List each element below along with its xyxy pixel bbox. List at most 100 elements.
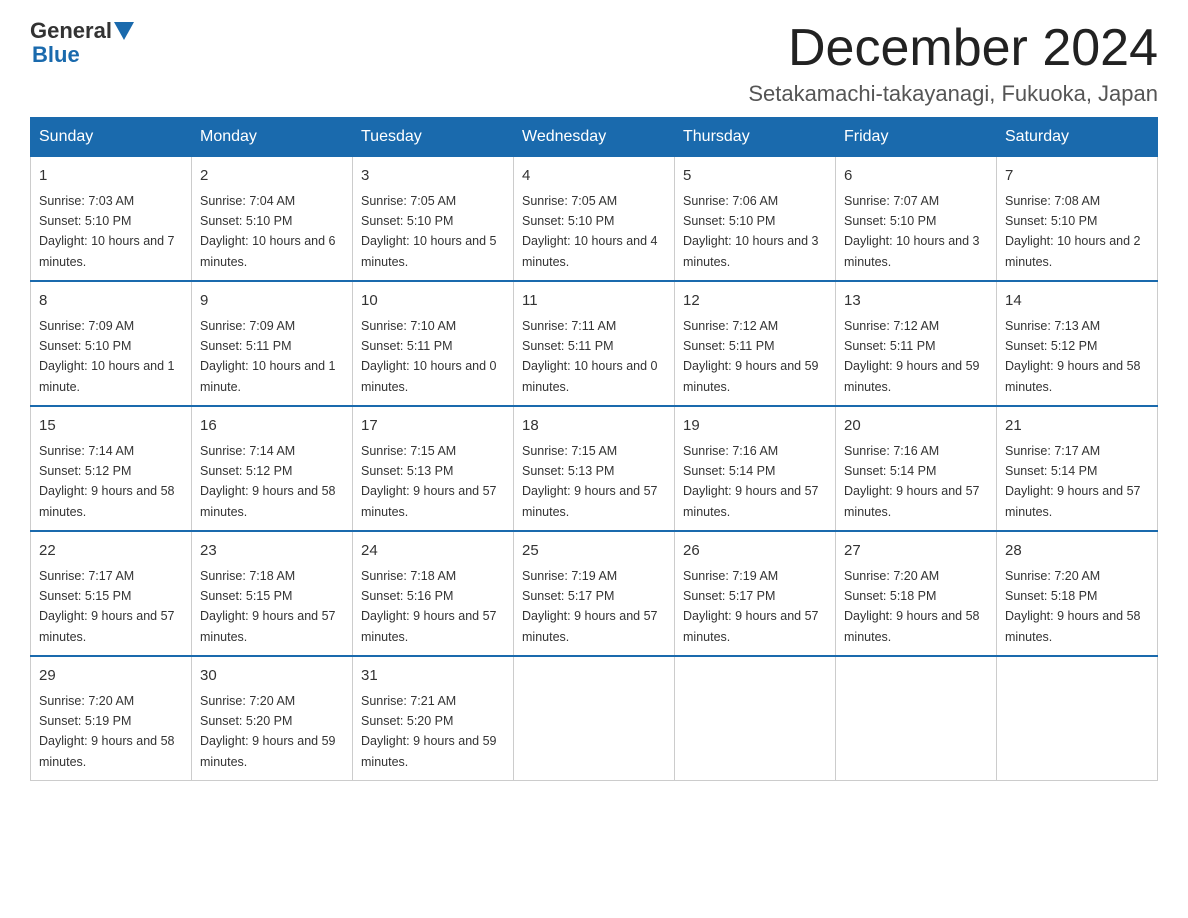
day-info: Sunrise: 7:16 AMSunset: 5:14 PMDaylight:… — [844, 444, 980, 519]
calendar-day-cell: 2 Sunrise: 7:04 AMSunset: 5:10 PMDayligh… — [192, 157, 353, 282]
day-info: Sunrise: 7:12 AMSunset: 5:11 PMDaylight:… — [683, 319, 819, 394]
calendar-day-cell: 23 Sunrise: 7:18 AMSunset: 5:15 PMDaylig… — [192, 531, 353, 656]
day-number: 17 — [361, 415, 505, 438]
day-number: 23 — [200, 540, 344, 563]
calendar-day-cell: 24 Sunrise: 7:18 AMSunset: 5:16 PMDaylig… — [353, 531, 514, 656]
calendar-day-cell: 21 Sunrise: 7:17 AMSunset: 5:14 PMDaylig… — [997, 406, 1158, 531]
days-header-row: SundayMondayTuesdayWednesdayThursdayFrid… — [31, 118, 1158, 157]
day-info: Sunrise: 7:11 AMSunset: 5:11 PMDaylight:… — [522, 319, 658, 394]
logo: General Blue — [30, 20, 136, 68]
day-number: 13 — [844, 290, 988, 313]
day-info: Sunrise: 7:07 AMSunset: 5:10 PMDaylight:… — [844, 194, 980, 269]
day-info: Sunrise: 7:14 AMSunset: 5:12 PMDaylight:… — [200, 444, 336, 519]
calendar-week-row: 1 Sunrise: 7:03 AMSunset: 5:10 PMDayligh… — [31, 157, 1158, 282]
day-of-week-header: Saturday — [997, 118, 1158, 157]
day-number: 25 — [522, 540, 666, 563]
logo-general-text: General — [30, 20, 112, 42]
day-info: Sunrise: 7:10 AMSunset: 5:11 PMDaylight:… — [361, 319, 497, 394]
calendar-day-cell: 5 Sunrise: 7:06 AMSunset: 5:10 PMDayligh… — [675, 157, 836, 282]
calendar-day-cell: 10 Sunrise: 7:10 AMSunset: 5:11 PMDaylig… — [353, 281, 514, 406]
location-subtitle: Setakamachi-takayanagi, Fukuoka, Japan — [748, 81, 1158, 107]
calendar-day-cell: 25 Sunrise: 7:19 AMSunset: 5:17 PMDaylig… — [514, 531, 675, 656]
calendar-day-cell: 28 Sunrise: 7:20 AMSunset: 5:18 PMDaylig… — [997, 531, 1158, 656]
calendar-day-cell: 9 Sunrise: 7:09 AMSunset: 5:11 PMDayligh… — [192, 281, 353, 406]
calendar-day-cell: 22 Sunrise: 7:17 AMSunset: 5:15 PMDaylig… — [31, 531, 192, 656]
day-number: 7 — [1005, 165, 1149, 188]
day-of-week-header: Sunday — [31, 118, 192, 157]
day-number: 27 — [844, 540, 988, 563]
day-info: Sunrise: 7:16 AMSunset: 5:14 PMDaylight:… — [683, 444, 819, 519]
day-number: 22 — [39, 540, 183, 563]
logo-triangle-icon — [114, 22, 134, 40]
day-number: 4 — [522, 165, 666, 188]
day-info: Sunrise: 7:08 AMSunset: 5:10 PMDaylight:… — [1005, 194, 1141, 269]
calendar-day-cell: 4 Sunrise: 7:05 AMSunset: 5:10 PMDayligh… — [514, 157, 675, 282]
calendar-day-cell: 30 Sunrise: 7:20 AMSunset: 5:20 PMDaylig… — [192, 656, 353, 781]
day-info: Sunrise: 7:12 AMSunset: 5:11 PMDaylight:… — [844, 319, 980, 394]
calendar-day-cell: 3 Sunrise: 7:05 AMSunset: 5:10 PMDayligh… — [353, 157, 514, 282]
day-info: Sunrise: 7:19 AMSunset: 5:17 PMDaylight:… — [683, 569, 819, 644]
day-info: Sunrise: 7:20 AMSunset: 5:19 PMDaylight:… — [39, 694, 175, 769]
day-info: Sunrise: 7:18 AMSunset: 5:16 PMDaylight:… — [361, 569, 497, 644]
day-info: Sunrise: 7:21 AMSunset: 5:20 PMDaylight:… — [361, 694, 497, 769]
day-number: 14 — [1005, 290, 1149, 313]
calendar-week-row: 22 Sunrise: 7:17 AMSunset: 5:15 PMDaylig… — [31, 531, 1158, 656]
calendar-day-cell: 17 Sunrise: 7:15 AMSunset: 5:13 PMDaylig… — [353, 406, 514, 531]
day-number: 31 — [361, 665, 505, 688]
day-info: Sunrise: 7:05 AMSunset: 5:10 PMDaylight:… — [361, 194, 497, 269]
title-area: December 2024 Setakamachi-takayanagi, Fu… — [748, 20, 1158, 107]
day-info: Sunrise: 7:20 AMSunset: 5:18 PMDaylight:… — [1005, 569, 1141, 644]
calendar-day-cell: 14 Sunrise: 7:13 AMSunset: 5:12 PMDaylig… — [997, 281, 1158, 406]
calendar-day-cell: 12 Sunrise: 7:12 AMSunset: 5:11 PMDaylig… — [675, 281, 836, 406]
page-header: General Blue December 2024 Setakamachi-t… — [30, 20, 1158, 107]
calendar-day-cell: 1 Sunrise: 7:03 AMSunset: 5:10 PMDayligh… — [31, 157, 192, 282]
day-number: 21 — [1005, 415, 1149, 438]
day-info: Sunrise: 7:05 AMSunset: 5:10 PMDaylight:… — [522, 194, 658, 269]
calendar-day-cell: 16 Sunrise: 7:14 AMSunset: 5:12 PMDaylig… — [192, 406, 353, 531]
day-info: Sunrise: 7:09 AMSunset: 5:10 PMDaylight:… — [39, 319, 175, 394]
calendar-day-cell: 11 Sunrise: 7:11 AMSunset: 5:11 PMDaylig… — [514, 281, 675, 406]
day-number: 16 — [200, 415, 344, 438]
day-info: Sunrise: 7:17 AMSunset: 5:14 PMDaylight:… — [1005, 444, 1141, 519]
day-number: 28 — [1005, 540, 1149, 563]
day-number: 29 — [39, 665, 183, 688]
day-info: Sunrise: 7:13 AMSunset: 5:12 PMDaylight:… — [1005, 319, 1141, 394]
day-info: Sunrise: 7:15 AMSunset: 5:13 PMDaylight:… — [361, 444, 497, 519]
calendar-day-cell: 20 Sunrise: 7:16 AMSunset: 5:14 PMDaylig… — [836, 406, 997, 531]
calendar-day-cell: 27 Sunrise: 7:20 AMSunset: 5:18 PMDaylig… — [836, 531, 997, 656]
day-info: Sunrise: 7:04 AMSunset: 5:10 PMDaylight:… — [200, 194, 336, 269]
day-number: 19 — [683, 415, 827, 438]
calendar-day-cell: 13 Sunrise: 7:12 AMSunset: 5:11 PMDaylig… — [836, 281, 997, 406]
day-number: 24 — [361, 540, 505, 563]
calendar-table: SundayMondayTuesdayWednesdayThursdayFrid… — [30, 117, 1158, 781]
day-number: 30 — [200, 665, 344, 688]
calendar-day-cell: 8 Sunrise: 7:09 AMSunset: 5:10 PMDayligh… — [31, 281, 192, 406]
month-title: December 2024 — [748, 20, 1158, 77]
day-number: 8 — [39, 290, 183, 313]
day-number: 15 — [39, 415, 183, 438]
calendar-day-cell: 29 Sunrise: 7:20 AMSunset: 5:19 PMDaylig… — [31, 656, 192, 781]
day-number: 6 — [844, 165, 988, 188]
day-number: 2 — [200, 165, 344, 188]
calendar-day-cell: 19 Sunrise: 7:16 AMSunset: 5:14 PMDaylig… — [675, 406, 836, 531]
day-info: Sunrise: 7:03 AMSunset: 5:10 PMDaylight:… — [39, 194, 175, 269]
calendar-day-cell: 26 Sunrise: 7:19 AMSunset: 5:17 PMDaylig… — [675, 531, 836, 656]
day-info: Sunrise: 7:17 AMSunset: 5:15 PMDaylight:… — [39, 569, 175, 644]
day-of-week-header: Wednesday — [514, 118, 675, 157]
day-info: Sunrise: 7:14 AMSunset: 5:12 PMDaylight:… — [39, 444, 175, 519]
day-of-week-header: Tuesday — [353, 118, 514, 157]
day-number: 1 — [39, 165, 183, 188]
calendar-day-cell — [836, 656, 997, 781]
day-info: Sunrise: 7:20 AMSunset: 5:18 PMDaylight:… — [844, 569, 980, 644]
logo-blue-text: Blue — [32, 42, 80, 67]
calendar-week-row: 8 Sunrise: 7:09 AMSunset: 5:10 PMDayligh… — [31, 281, 1158, 406]
calendar-week-row: 15 Sunrise: 7:14 AMSunset: 5:12 PMDaylig… — [31, 406, 1158, 531]
day-info: Sunrise: 7:15 AMSunset: 5:13 PMDaylight:… — [522, 444, 658, 519]
day-number: 11 — [522, 290, 666, 313]
day-number: 20 — [844, 415, 988, 438]
day-of-week-header: Monday — [192, 118, 353, 157]
calendar-week-row: 29 Sunrise: 7:20 AMSunset: 5:19 PMDaylig… — [31, 656, 1158, 781]
day-info: Sunrise: 7:06 AMSunset: 5:10 PMDaylight:… — [683, 194, 819, 269]
calendar-day-cell — [675, 656, 836, 781]
calendar-day-cell: 7 Sunrise: 7:08 AMSunset: 5:10 PMDayligh… — [997, 157, 1158, 282]
